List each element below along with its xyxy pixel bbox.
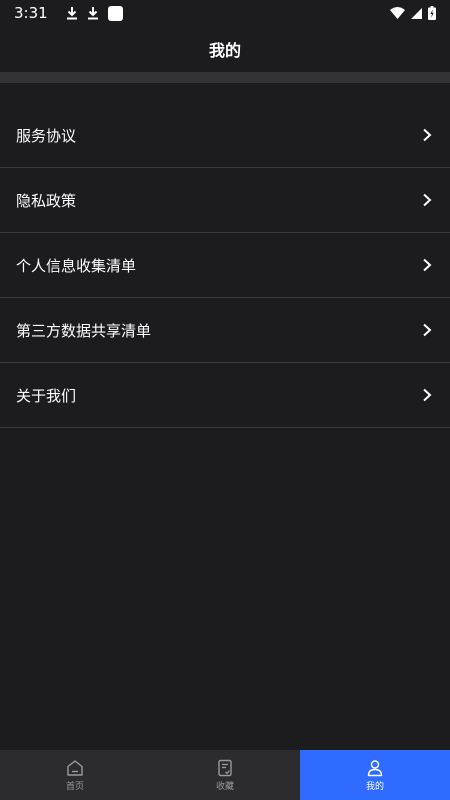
chevron-right-icon (420, 388, 434, 402)
favorites-document-icon (216, 759, 234, 777)
menu-item-personal-info-list[interactable]: 个人信息收集清单 (0, 233, 450, 298)
page-header: 我的 (0, 26, 450, 72)
menu-item-third-party-sharing[interactable]: 第三方数据共享清单 (0, 298, 450, 363)
menu-item-label: 服务协议 (16, 126, 77, 145)
menu-item-label: 第三方数据共享清单 (16, 321, 152, 340)
tab-home[interactable]: 首页 (0, 750, 150, 800)
status-notification-icons (66, 5, 123, 21)
my-page-screen: 3:31 我的 服务协议 隐私政策 个人信息收集清单 第三方数据共享清单 关于我… (0, 0, 450, 800)
status-bar: 3:31 (0, 0, 450, 26)
download-icon (66, 6, 78, 20)
wifi-icon (390, 7, 405, 19)
chevron-right-icon (420, 258, 434, 272)
chevron-right-icon (420, 323, 434, 337)
menu-item-about-us[interactable]: 关于我们 (0, 363, 450, 428)
menu-item-label: 关于我们 (16, 386, 77, 405)
header-divider (0, 72, 450, 83)
chevron-right-icon (420, 193, 434, 207)
app-square-icon (107, 5, 123, 21)
status-system-icons (390, 6, 436, 20)
settings-menu-list: 服务协议 隐私政策 个人信息收集清单 第三方数据共享清单 关于我们 (0, 103, 450, 428)
tab-label: 收藏 (215, 781, 234, 792)
page-title: 我的 (208, 41, 241, 60)
signal-icon (411, 7, 422, 19)
bottom-nav-bar: 首页 收藏 我的 (0, 750, 450, 800)
tab-favorites[interactable]: 收藏 (150, 750, 300, 800)
menu-item-label: 隐私政策 (16, 191, 77, 210)
tab-my[interactable]: 我的 (300, 750, 450, 800)
tab-label: 我的 (365, 781, 384, 792)
chevron-right-icon (420, 128, 434, 142)
battery-charging-icon (428, 6, 436, 20)
tab-label: 首页 (65, 781, 84, 792)
user-icon (366, 759, 384, 777)
status-time: 3:31 (14, 4, 48, 22)
home-icon (66, 759, 84, 777)
menu-item-service-agreement[interactable]: 服务协议 (0, 103, 450, 168)
menu-item-label: 个人信息收集清单 (16, 256, 137, 275)
download-icon (87, 6, 99, 20)
menu-item-privacy-policy[interactable]: 隐私政策 (0, 168, 450, 233)
